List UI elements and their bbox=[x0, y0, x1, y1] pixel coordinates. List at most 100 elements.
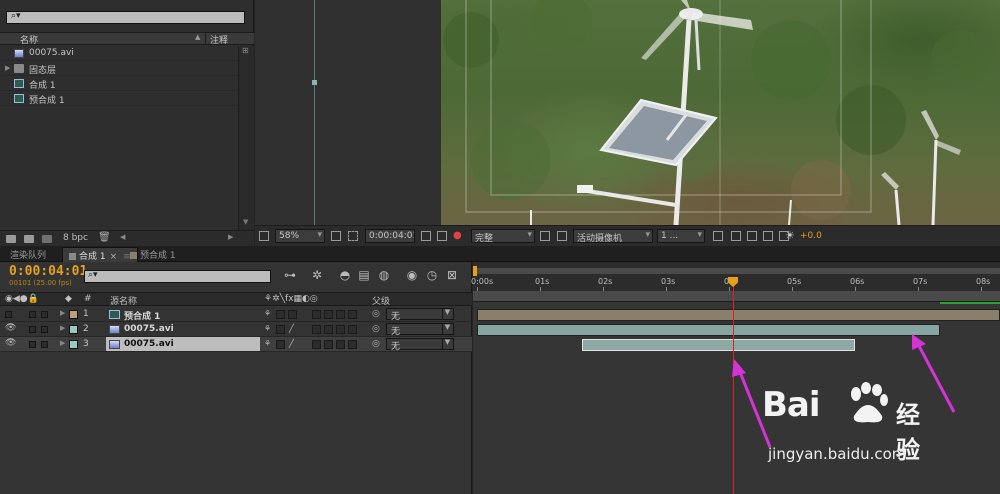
layer-bar-avi-2[interactable] bbox=[477, 324, 940, 336]
solo-toggle[interactable] bbox=[29, 326, 36, 333]
effects-switch[interactable] bbox=[312, 340, 321, 349]
scroll-down-icon[interactable]: ▼ bbox=[243, 218, 248, 226]
graph-editor-icon[interactable]: ⊠ bbox=[444, 268, 460, 283]
work-area-bar[interactable] bbox=[473, 268, 1000, 274]
motion-blur-switch[interactable] bbox=[336, 310, 345, 319]
close-icon[interactable]: × bbox=[110, 252, 118, 262]
timeline-current-time[interactable]: 0:00:04:01 bbox=[9, 264, 87, 279]
layer-label-color[interactable] bbox=[69, 310, 78, 319]
video-toggle[interactable] bbox=[5, 311, 12, 318]
region-of-interest-icon[interactable] bbox=[348, 231, 358, 241]
expand-layer-icon[interactable]: ▶ bbox=[60, 309, 65, 317]
shy-switch-icon[interactable]: ⚘ bbox=[264, 339, 271, 348]
view-layout-dropdown[interactable]: 1 ... bbox=[657, 229, 705, 243]
layer-label-color[interactable] bbox=[69, 340, 78, 349]
solo-toggle[interactable] bbox=[29, 311, 36, 318]
frame-blend-switch[interactable] bbox=[324, 325, 333, 334]
exposure-value[interactable]: +0.0 bbox=[800, 231, 822, 241]
column-note[interactable]: 注释 bbox=[210, 33, 228, 46]
draft-3d-icon[interactable]: ✲ bbox=[309, 268, 325, 283]
project-item[interactable]: 合成 1 bbox=[0, 76, 238, 91]
expand-layer-icon[interactable]: ▶ bbox=[60, 324, 65, 332]
shy-switch-icon[interactable]: ⚘ bbox=[264, 309, 271, 318]
fast-previews-icon[interactable] bbox=[731, 231, 741, 241]
magnification-dropdown[interactable]: 58% bbox=[275, 229, 325, 243]
layer-bar-precomp[interactable] bbox=[477, 309, 1000, 321]
quality-slash-icon[interactable]: ╱ bbox=[289, 324, 294, 333]
color-channels-icon[interactable]: ● bbox=[453, 230, 462, 241]
project-item[interactable]: ▶ 固态层 bbox=[0, 61, 238, 76]
exposure-icon[interactable]: ☀ bbox=[785, 229, 795, 242]
new-comp-icon[interactable] bbox=[42, 235, 52, 243]
lock-toggle[interactable] bbox=[41, 311, 48, 318]
layer-row-selected[interactable]: 👁 ▶ 3 00075.avi ⚘ ╱ ◎ 无 ▼ bbox=[0, 337, 472, 352]
lock-toggle[interactable] bbox=[41, 341, 48, 348]
expand-layer-icon[interactable]: ▶ bbox=[60, 339, 65, 347]
project-search-input[interactable]: ⌕▾ bbox=[6, 11, 245, 24]
pick-whip-icon[interactable]: ◎ bbox=[372, 324, 380, 334]
interpret-footage-icon[interactable] bbox=[6, 235, 16, 243]
snapshot-icon[interactable] bbox=[421, 231, 431, 241]
stopwatch-icon[interactable]: ◷ bbox=[424, 268, 440, 283]
fit-icon[interactable] bbox=[331, 231, 341, 241]
always-preview-icon[interactable] bbox=[259, 231, 269, 241]
solo-toggle[interactable] bbox=[29, 341, 36, 348]
fast-preview-icon[interactable] bbox=[540, 231, 550, 241]
column-parent[interactable]: 父级 bbox=[372, 294, 390, 307]
tab-precomp-1[interactable]: 预合成 1 bbox=[124, 247, 182, 262]
trash-icon[interactable]: 🗑 bbox=[98, 232, 111, 243]
time-navigator[interactable] bbox=[473, 291, 1000, 302]
timeline-icon[interactable] bbox=[747, 231, 757, 241]
tab-render-queue[interactable]: 渲染队列 bbox=[4, 247, 52, 262]
hide-shy-layers-icon[interactable]: ◓ bbox=[337, 268, 353, 283]
bit-depth-label[interactable]: 8 bpc bbox=[63, 233, 88, 243]
project-item[interactable]: 预合成 1 bbox=[0, 91, 238, 106]
collapse-switch[interactable] bbox=[276, 325, 285, 334]
layer-name[interactable]: 00075.avi bbox=[124, 324, 174, 334]
layer-row[interactable]: 👁 ▶ 2 00075.avi ⚘ ╱ ◎ 无 ▼ bbox=[0, 322, 472, 337]
comp-flowchart-icon[interactable] bbox=[763, 231, 773, 241]
eye-icon[interactable]: 👁 bbox=[5, 323, 16, 333]
collapse-switch[interactable] bbox=[276, 310, 285, 319]
eye-icon[interactable]: 👁 bbox=[5, 338, 16, 348]
collapse-switch[interactable] bbox=[276, 340, 285, 349]
adjustment-switch[interactable] bbox=[348, 310, 357, 319]
layer-name[interactable]: 00075.avi bbox=[124, 339, 174, 349]
adjustment-switch[interactable] bbox=[348, 325, 357, 334]
frame-blend-switch[interactable] bbox=[324, 310, 333, 319]
resolution-dropdown[interactable]: 完整 bbox=[471, 229, 535, 243]
parent-dropdown[interactable]: 无 ▼ bbox=[386, 338, 454, 352]
column-number[interactable]: # bbox=[84, 294, 92, 304]
motion-blur-icon[interactable]: ◍ bbox=[376, 268, 392, 283]
adjustment-switch[interactable] bbox=[348, 340, 357, 349]
effects-switch[interactable] bbox=[312, 325, 321, 334]
quality-slash-icon[interactable]: ╱ bbox=[289, 339, 294, 348]
scroll-left-icon[interactable]: ◀ bbox=[120, 233, 125, 241]
lock-toggle[interactable] bbox=[41, 326, 48, 333]
scroll-right-icon[interactable]: ▶ bbox=[228, 233, 233, 241]
guide-handle[interactable] bbox=[312, 80, 317, 85]
transparency-grid-icon[interactable] bbox=[557, 231, 567, 241]
parent-dropdown[interactable]: 无 ▼ bbox=[386, 323, 454, 337]
effects-switch[interactable] bbox=[312, 310, 321, 319]
brainstorm-icon[interactable]: ◉ bbox=[404, 268, 420, 283]
frame-blending-icon[interactable]: ▤ bbox=[356, 268, 372, 283]
work-area-start-handle[interactable] bbox=[473, 266, 477, 276]
project-item[interactable]: 00075.avi bbox=[0, 46, 238, 61]
layer-label-color[interactable] bbox=[69, 325, 78, 334]
flowchart-icon[interactable]: ⊞ bbox=[242, 46, 249, 55]
motion-blur-switch[interactable] bbox=[336, 325, 345, 334]
column-name[interactable]: 名称 bbox=[20, 33, 38, 46]
current-time-field[interactable]: 0:00:04:01 bbox=[365, 229, 415, 243]
layer-name[interactable]: 预合成 1 bbox=[124, 309, 160, 322]
frame-blend-switch[interactable] bbox=[324, 340, 333, 349]
new-folder-icon[interactable] bbox=[24, 235, 34, 243]
project-scrollbar[interactable]: ⊞ ▼ bbox=[238, 46, 254, 230]
motion-blur-switch[interactable] bbox=[336, 340, 345, 349]
pick-whip-icon[interactable]: ◎ bbox=[372, 309, 380, 319]
footage-frame[interactable] bbox=[441, 0, 1000, 225]
column-source-name[interactable]: 源名称 bbox=[110, 294, 137, 307]
quality-switch[interactable] bbox=[288, 310, 297, 319]
layer-row[interactable]: ▶ 1 预合成 1 ⚘ ◎ 无 ▼ bbox=[0, 307, 472, 322]
camera-view-dropdown[interactable]: 活动摄像机 bbox=[573, 229, 653, 243]
